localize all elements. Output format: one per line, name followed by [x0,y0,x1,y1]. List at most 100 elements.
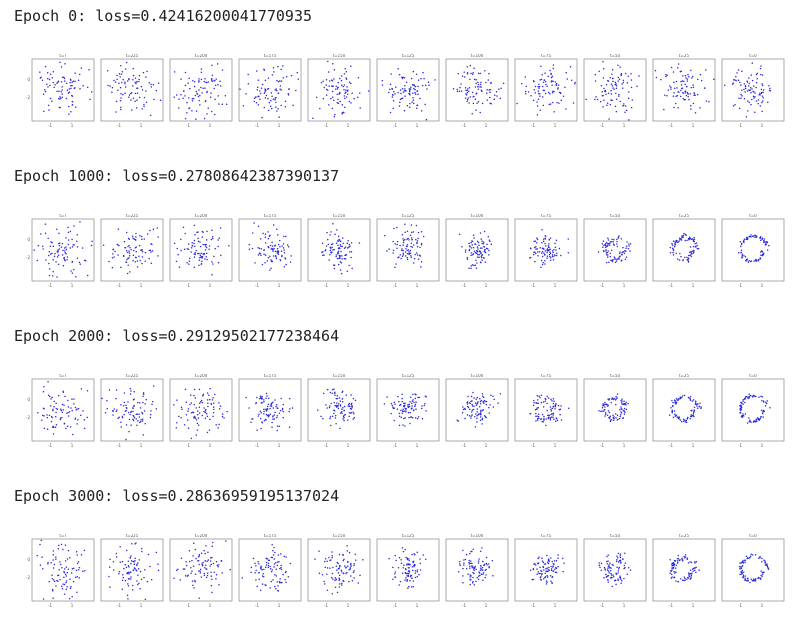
scatter-point [47,561,49,564]
scatter-point [479,419,482,422]
scatter-point [469,578,472,581]
scatter-point [353,564,355,567]
scatter-point [263,68,265,71]
scatter-point [760,416,762,418]
scatter-point [618,78,621,81]
scatter-panel: t=T0-2-1 1 [26,54,95,128]
scatter-point [256,88,258,91]
panel-frame [307,538,371,602]
scatter-point [333,68,336,71]
scatter-point [471,400,473,402]
scatter-point [476,102,478,104]
scatter-point [485,562,488,565]
scatter-point [675,564,678,566]
scatter-point [284,257,286,259]
scatter-point [619,414,622,416]
scatter-point [695,245,697,247]
scatter-point [144,598,147,600]
scatter-point [264,79,267,81]
scatter-point [353,577,355,579]
scatter-point [670,86,672,89]
scatter-point [684,556,687,558]
scatter-point [258,562,260,565]
scatter-point [141,550,143,553]
scatter-point [677,63,680,65]
scatter-point [572,102,575,104]
scatter-point [622,558,624,560]
scatter-point [398,584,400,586]
scatter-point [473,405,475,407]
scatter-point [83,549,86,552]
scatter-point [458,563,461,565]
scatter-point [41,556,43,558]
scatter-point [292,104,294,107]
scatter-point [550,557,552,559]
scatter-point [636,85,638,87]
scatter-point [409,411,411,414]
scatter-point [392,406,394,408]
scatter-point [748,396,751,399]
scatter-point [407,411,410,414]
scatter-point [116,78,118,81]
scatter-point [178,415,180,418]
scatter-point [199,241,201,243]
scatter-point [550,410,553,412]
scatter-point [397,566,400,569]
scatter-point [259,92,262,95]
scatter-point [352,571,355,573]
scatter-point [67,406,70,408]
scatter-point [758,396,760,398]
scatter-point [337,240,340,243]
scatter-point [120,92,122,95]
scatter-point [470,565,473,567]
scatter-point [471,405,474,407]
scatter-point [198,406,201,409]
scatter-point [67,231,70,234]
scatter-point [689,395,692,398]
scatter-point [204,87,206,89]
scatter-point [488,72,490,75]
scatter-point [416,569,419,571]
scatter-point [119,76,121,78]
x-tick-label: -1 [600,283,604,288]
scatter-point [81,247,84,249]
scatter-point [669,559,671,561]
scatter-point [260,412,262,414]
scatter-point [388,557,390,560]
scatter-point [681,579,684,581]
scatter-point [684,421,686,423]
scatter-point [516,102,518,105]
scatter-point [417,79,420,81]
scatter-point [680,89,682,92]
scatter-point [44,65,47,68]
scatter-point [609,569,612,572]
scatter-point [123,255,125,258]
scatter-point [326,589,329,591]
scatter-point [71,409,73,412]
scatter-point [116,243,119,246]
scatter-point [346,242,349,244]
scatter-point [744,87,747,90]
scatter-point [677,417,680,419]
scatter-point [761,83,763,85]
scatter-point [684,74,687,77]
scatter-point [276,407,278,409]
scatter-point [546,581,548,584]
scatter-point [248,248,251,250]
scatter-point [188,77,190,79]
scatter-point [263,410,265,413]
scatter-point [468,90,470,92]
scatter-point [208,429,211,431]
scatter-point [348,551,351,554]
scatter-point [687,73,689,76]
scatter-point [262,576,265,578]
scatter-point [597,251,600,253]
scatter-point [686,85,688,88]
scatter-point [536,573,538,575]
scatter-point [756,72,759,75]
scatter-point [762,401,765,403]
scatter-point [748,82,750,85]
scatter-point [408,250,410,253]
scatter-point [607,581,610,583]
scatter-point [150,262,153,264]
